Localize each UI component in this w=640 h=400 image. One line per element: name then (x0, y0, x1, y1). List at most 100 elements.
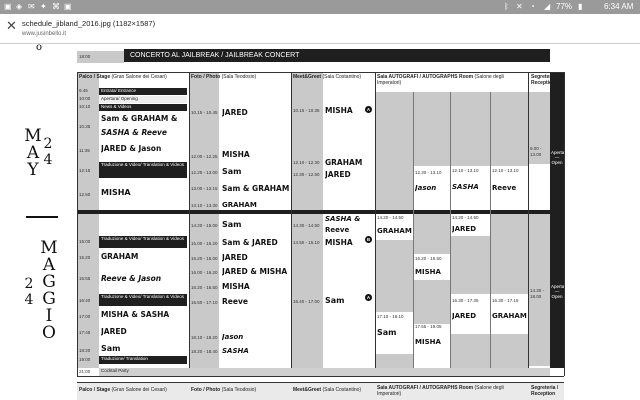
grid-line (291, 72, 292, 368)
date-it-letter-o: O (42, 323, 56, 343)
grey-band (413, 280, 450, 324)
time-label: 12.00 - 12.25 (191, 154, 218, 159)
schedule-image[interactable]: o 18:00 CONCERTO AL JAILBREAK / JAILBREA… (0, 44, 640, 400)
meet-graham: GRAHAM (325, 158, 363, 167)
time-label: 10:00 (79, 96, 91, 101)
grey-band (77, 72, 99, 368)
auto-sasha: SASHA (452, 183, 479, 191)
badge-a-2: A (365, 294, 372, 301)
time-label: 9.45 (79, 88, 88, 93)
auto-misha-2: MISHA (415, 338, 441, 346)
grey-band (375, 92, 413, 214)
close-icon[interactable]: ✕ (6, 19, 17, 33)
auto-graham: GRAHAM (377, 227, 412, 235)
grid-line (450, 92, 451, 368)
battery-percent: 77% (556, 2, 573, 11)
grid-line (375, 72, 376, 368)
grey-band (291, 72, 323, 368)
photo-sam: Sam (222, 167, 242, 176)
stage-sam: Sam (101, 344, 121, 353)
time-label: 12.10 - 13.10 (452, 168, 479, 173)
time-label: 12.25 - 13.00 (191, 170, 218, 175)
time-label: 15.20 (79, 255, 91, 260)
stage-translation-3: Traduzione & Video/ Translation & Videos (99, 294, 187, 306)
time-label: 10.35 (79, 124, 91, 129)
image-title: schedule_jibland_2016.jpg (1182×1587) (22, 19, 156, 28)
time-label: 14.50 - 15.10 (293, 240, 320, 245)
date-it-day-4: 4 (24, 292, 34, 308)
time-label: 10.15 - 10.35 (293, 108, 320, 113)
date-day-4: 4 (43, 152, 53, 168)
midday-divider (77, 210, 550, 214)
meet-header: Meet&Greet (Sala Costantino) (293, 74, 362, 80)
time-label: 15:00 (79, 239, 91, 244)
twitter-icon: ✦ (40, 2, 47, 11)
grid-line (189, 72, 190, 368)
grey-band (375, 354, 413, 368)
time-label: 13.10 - 13.30 (191, 203, 218, 208)
auto-reeve: Reeve (492, 184, 517, 192)
stage-header: Palco / Stage (Gran Salone dei Cesari) (79, 74, 167, 80)
mail-icon: ✉ (28, 2, 35, 11)
auto-graham-2: GRAHAM (492, 312, 527, 320)
grey-band (413, 214, 450, 254)
photo-jason: Jason (222, 333, 244, 341)
time-label: 14.30 - 14.50 (293, 223, 320, 228)
time-label: 16.30 - 17.35 (452, 298, 479, 303)
time-label: 18.20 - 18.40 (191, 349, 218, 354)
top-partial-glyph: o (36, 44, 43, 53)
meet-misha-2: MISHA (325, 238, 353, 247)
photo-sam-graham: Sam & GRAHAM (222, 184, 290, 193)
grey-band (189, 72, 219, 368)
time-label: 16.40 - 17.00 (293, 299, 320, 304)
time-label: 15.20 - 16.00 (191, 256, 218, 261)
stage-graham: GRAHAM (101, 252, 139, 261)
stage-news: News & Videos (99, 104, 187, 111)
badge-b: B (365, 236, 372, 243)
auto-misha: MISHA (415, 268, 441, 276)
time-label: 15.00 - 15.20 (191, 241, 218, 246)
stage-translation-1: Traduzione & Video/ Translation & Videos (99, 162, 187, 178)
stage-opening: Apertura/ Opening (99, 96, 187, 103)
meet-misha: MISHA (325, 106, 353, 115)
stage-translation-4: Traduzione/ Translation (99, 356, 187, 364)
grey-band (413, 92, 450, 166)
photo-reeve: Reeve (222, 297, 248, 306)
grey-band (490, 92, 528, 166)
wifi-icon: ◔ (530, 2, 535, 11)
grid-line (413, 92, 414, 368)
stage-translation-2: Traduzione & Video/ Translation & Videos (99, 236, 187, 248)
meet-jared: JARED (325, 170, 351, 179)
stage-entrance: Entrata/ Entrance (99, 88, 187, 95)
time-label: 17:00 (79, 314, 91, 319)
status-bar: ▣ ◈ ✉ ✦ ⌘ ▣ ᛒ ✕ ◔ ◢ 77% ▮ 6:34 AM (0, 0, 640, 14)
photo-graham: GRAHAM (222, 201, 257, 209)
time-label: 17.55 - 19.05 (415, 324, 442, 329)
image-icon: ▣ (4, 2, 12, 11)
cocktail-party: Cocktail Party (99, 368, 550, 376)
photo-sam-jared: Sam & JARED (222, 238, 278, 247)
battery-icon: ▮ (578, 2, 583, 11)
time-label: 12.30 - 13.10 (415, 170, 442, 175)
time-label: 17:45 (79, 330, 91, 335)
photo-sam-2: Sam (222, 220, 242, 229)
stage-jared: JARED (101, 327, 127, 336)
grey-band (490, 214, 528, 294)
badge-a: A (365, 106, 372, 113)
time-label: 12.30 - 12.50 (293, 172, 320, 177)
meet-sasha: SASHA & (325, 215, 361, 223)
time-label: 15.20 - 15.50 (415, 256, 442, 261)
time-label: 12.10 - 13.10 (492, 168, 519, 173)
time-label: 10:10 (79, 104, 91, 109)
photo-misha: MISHA (222, 150, 250, 159)
image-url: www.jusinbello.it (22, 31, 67, 37)
time-label: 16:40 (79, 298, 91, 303)
time-label: 15:55 (79, 276, 91, 281)
grey-band (375, 240, 413, 312)
grid-line (77, 376, 564, 377)
grid-line (490, 92, 491, 368)
stage-reeve-jason: Reeve & Jason (101, 274, 162, 283)
photo-jared-2: JARED (222, 253, 248, 262)
concert-banner: CONCERTO AL JAILBREAK / JAILBREAK CONCER… (124, 49, 550, 62)
photo-sasha: SASHA (222, 347, 249, 355)
